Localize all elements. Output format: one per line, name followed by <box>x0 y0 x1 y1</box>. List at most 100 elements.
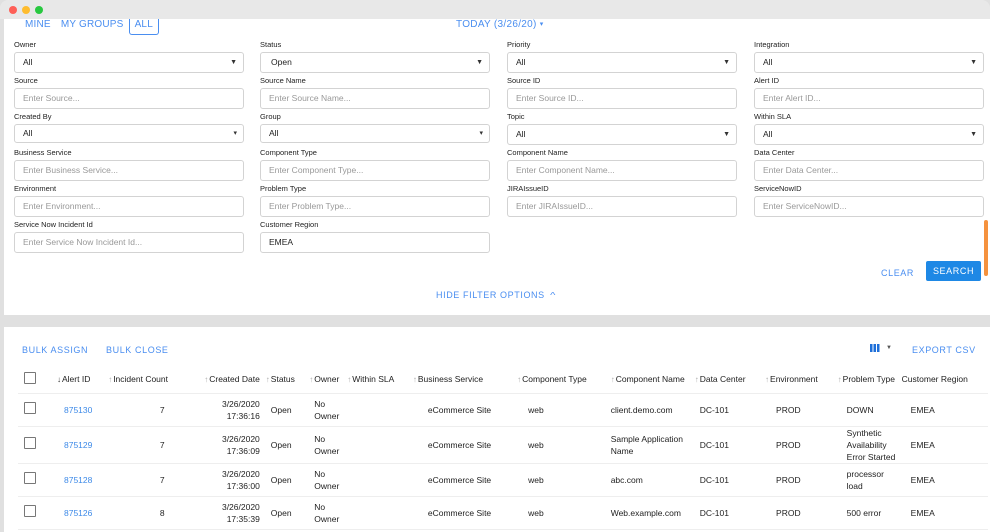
date-filter-dropdown[interactable]: TODAY (3/26/20) ▾ <box>456 19 544 30</box>
column-chooser-button[interactable]: ▼ <box>870 343 892 354</box>
caret-down-icon: ▼ <box>886 345 892 351</box>
servicenow-id-input[interactable]: Enter ServiceNowID... <box>754 196 984 217</box>
status-cell: Open <box>262 496 307 530</box>
dropdown-arrow-icon: ▼ <box>970 131 977 138</box>
status-filter: Status Open ▼ <box>260 40 490 73</box>
customer-region-filter: Customer Region EMEA <box>260 220 490 253</box>
data-center-input[interactable]: Enter Data Center... <box>754 160 984 181</box>
export-csv-button[interactable]: EXPORT CSV <box>912 345 976 355</box>
problem-type-input[interactable]: Enter Problem Type... <box>260 196 490 217</box>
component-name-cell: Sample Application Name <box>607 426 692 464</box>
status-select[interactable]: Open ▼ <box>260 52 490 73</box>
col-created-date[interactable]: ↑Created Date <box>186 365 263 394</box>
clear-button[interactable]: CLEAR <box>881 268 914 278</box>
component-name-label: Component Name <box>507 148 568 157</box>
sort-asc-icon: ↑ <box>108 374 113 384</box>
status-cell: Open <box>262 426 307 464</box>
business-service-cell: eCommerce Site <box>409 426 515 464</box>
environment-filter: Environment Enter Environment... <box>14 184 244 217</box>
tab-all[interactable]: ALL <box>128 19 159 35</box>
source-id-input[interactable]: Enter Source ID... <box>507 88 737 109</box>
priority-select[interactable]: All ▼ <box>507 52 737 73</box>
bulk-close-button[interactable]: BULK CLOSE <box>106 345 169 355</box>
owner-select[interactable]: All ▼ <box>14 52 244 73</box>
table-row[interactable]: 875128 7 3/26/2020 17:36:00 Open No Owner… <box>18 463 988 497</box>
alert-id-link[interactable]: 875126 <box>64 508 92 518</box>
within-sla-cell <box>344 463 410 497</box>
col-status[interactable]: ↑Status <box>262 365 307 394</box>
table-row[interactable]: 875129 7 3/26/2020 17:36:09 Open No Owner… <box>18 426 988 464</box>
source-input[interactable]: Enter Source... <box>14 88 244 109</box>
problem-type-cell: Synthetic Availability Error Started <box>834 426 899 464</box>
sort-asc-icon: ↑ <box>765 374 770 384</box>
component-type-input[interactable]: Enter Component Type... <box>260 160 490 181</box>
sort-asc-icon: ↑ <box>517 374 522 384</box>
integration-filter: Integration All ▼ <box>754 40 984 73</box>
alert-id-link[interactable]: 875128 <box>64 475 92 485</box>
incident-count-cell: 7 <box>105 426 187 464</box>
environment-input[interactable]: Enter Environment... <box>14 196 244 217</box>
created-date: 3/26/2020 <box>221 433 260 444</box>
tab-my-groups[interactable]: MY GROUPS <box>56 19 129 30</box>
col-environment[interactable]: ↑Environment <box>762 365 835 394</box>
component-name-input[interactable]: Enter Component Name... <box>507 160 737 181</box>
problem-type-label: Problem Type <box>260 184 307 193</box>
hide-filter-options-button[interactable]: HIDE FILTER OPTIONS ^ <box>436 290 555 300</box>
row-checkbox[interactable] <box>24 505 36 517</box>
topic-select[interactable]: All ▼ <box>507 124 737 145</box>
group-select[interactable]: All ▾ <box>260 124 490 143</box>
table-row[interactable]: 875130 7 3/26/2020 17:36:16 Open No Owner… <box>18 393 988 427</box>
search-button[interactable]: SEARCH <box>926 261 981 281</box>
business-service-input[interactable]: Enter Business Service... <box>14 160 244 181</box>
col-business-service[interactable]: ↑Business Service <box>409 365 515 394</box>
col-component-type[interactable]: ↑Component Type <box>514 365 608 394</box>
integration-select[interactable]: All ▼ <box>754 52 984 73</box>
servicenow-incident-id-input[interactable]: Enter Service Now Incident Id... <box>14 232 244 253</box>
hide-filter-label: HIDE FILTER OPTIONS <box>436 290 545 300</box>
environment-cell: PROD <box>762 463 835 497</box>
owner-cell: No Owner <box>306 393 345 427</box>
col-owner[interactable]: ↑Owner <box>306 365 345 394</box>
col-alert-id[interactable]: ↓Alert ID <box>54 365 106 394</box>
created-by-select[interactable]: All ▾ <box>14 124 244 143</box>
status-cell: Open <box>262 393 307 427</box>
business-service-cell: eCommerce Site <box>409 393 515 427</box>
created-date-cell: 3/26/2020 17:36:09 <box>186 426 263 464</box>
maximize-window-button[interactable] <box>35 6 43 14</box>
col-component-name[interactable]: ↑Component Name <box>607 365 692 394</box>
bulk-assign-button[interactable]: BULK ASSIGN <box>22 345 88 355</box>
close-window-button[interactable] <box>9 6 17 14</box>
filter-panel: MINE MY GROUPS ALL TODAY (3/26/20) ▾ Own… <box>4 19 990 315</box>
col-problem-type[interactable]: ↑Problem Type <box>834 365 899 394</box>
row-checkbox[interactable] <box>24 437 36 449</box>
priority-filter: Priority All ▼ <box>507 40 737 73</box>
alert-id-input[interactable]: Enter Alert ID... <box>754 88 984 109</box>
select-all-checkbox[interactable] <box>24 371 36 384</box>
minimize-window-button[interactable] <box>22 6 30 14</box>
scroll-indicator[interactable] <box>984 220 988 276</box>
status-label: Status <box>260 40 282 49</box>
col-incident-count[interactable]: ↑Incident Count <box>105 365 187 394</box>
row-checkbox[interactable] <box>24 402 36 414</box>
alert-id-filter: Alert ID Enter Alert ID... <box>754 76 984 109</box>
col-data-center[interactable]: ↑Data Center <box>691 365 763 394</box>
source-name-input[interactable]: Enter Source Name... <box>260 88 490 109</box>
topic-filter: Topic All ▼ <box>507 112 737 145</box>
col-customer-region[interactable]: Customer Region <box>898 365 988 394</box>
component-name-filter: Component Name Enter Component Name... <box>507 148 737 181</box>
jira-issue-id-input[interactable]: Enter JIRAIssueID... <box>507 196 737 217</box>
alert-id-link[interactable]: 875130 <box>64 405 92 415</box>
sort-asc-icon: ↑ <box>204 374 209 384</box>
col-within-sla[interactable]: ↑Within SLA <box>344 365 410 394</box>
alert-id-cell: 875129 <box>54 426 106 464</box>
environment-cell: PROD <box>762 426 835 464</box>
environment-label: Environment <box>14 184 57 193</box>
alert-id-link[interactable]: 875129 <box>64 440 92 450</box>
sort-desc-icon: ↓ <box>57 374 61 384</box>
tab-mine[interactable]: MINE <box>20 19 56 30</box>
within-sla-select[interactable]: All ▼ <box>754 124 984 145</box>
row-checkbox[interactable] <box>24 472 36 484</box>
table-row[interactable]: 875126 8 3/26/2020 17:35:39 Open No Owner… <box>18 496 988 530</box>
customer-region-input[interactable]: EMEA <box>260 232 490 253</box>
servicenow-id-label: ServiceNowID <box>754 184 802 193</box>
